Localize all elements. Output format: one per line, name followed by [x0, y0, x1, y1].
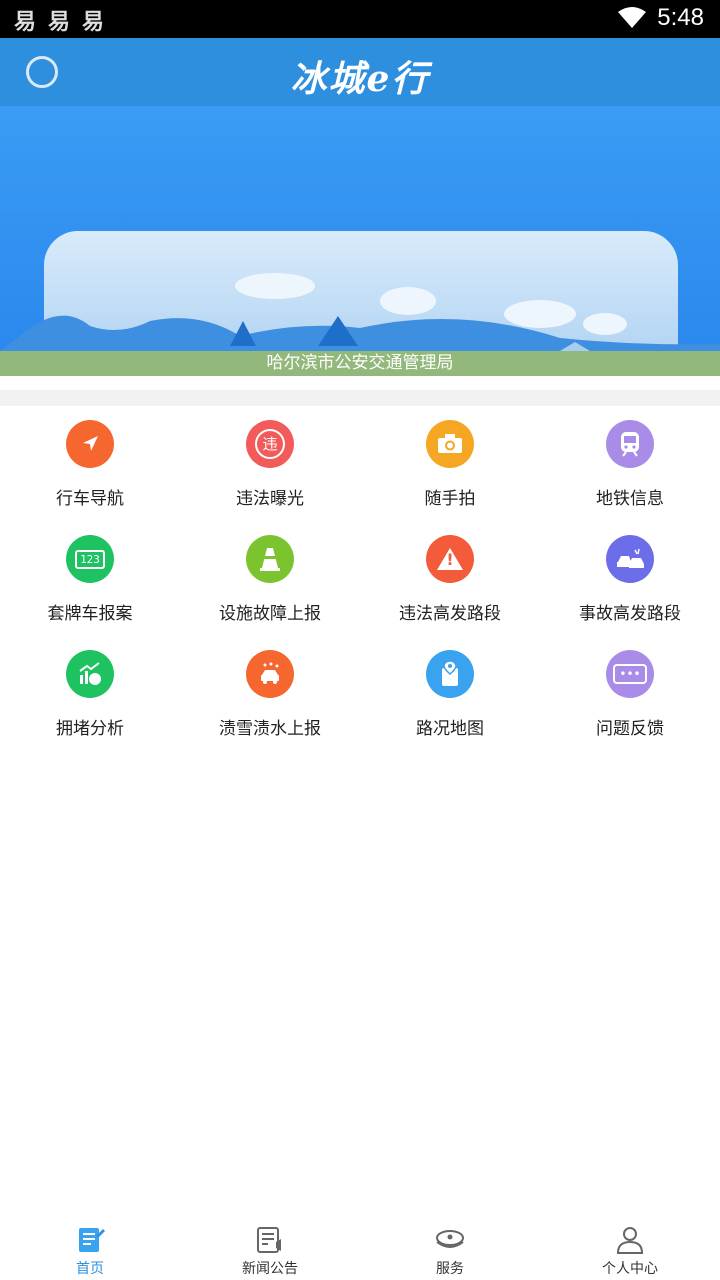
bottom-tab-bar: 首页 新闻公告 服务 个人中心	[0, 1210, 720, 1280]
grid-item-label: 拥堵分析	[56, 719, 124, 739]
plate-glyph: 123	[75, 549, 105, 569]
tab-profile[interactable]: 个人中心	[540, 1210, 720, 1280]
tab-label: 服务	[436, 1261, 464, 1277]
tab-news[interactable]: 新闻公告	[180, 1210, 360, 1280]
grid-item-label: 随手拍	[424, 489, 476, 509]
grid-item-label: 路况地图	[416, 719, 484, 739]
navigation-arrow-icon	[66, 420, 114, 468]
road-map-icon	[426, 650, 474, 698]
app-notification-icon: 易	[82, 10, 105, 35]
grid-item-feedback[interactable]: ••• 问题反馈	[540, 636, 720, 751]
banner-caption: 哈尔滨市公安交通管理局	[0, 351, 720, 376]
tab-services[interactable]: 服务	[360, 1210, 540, 1280]
grid-item-snow-water-report[interactable]: 渍雪渍水上报	[180, 636, 360, 751]
status-bar: 易 易 易 5:48	[0, 0, 720, 38]
car-accident-icon	[606, 535, 654, 583]
tab-label: 个人中心	[602, 1261, 658, 1277]
grid-item-fake-plate-report[interactable]: 123 套牌车报案	[0, 521, 180, 636]
grid-item-congestion-analysis[interactable]: 拥堵分析	[0, 636, 180, 751]
grid-item-label: 事故高发路段	[579, 604, 681, 624]
app-notification-icon: 易	[48, 10, 71, 35]
banner[interactable]: 哈尔滨市公安交通管理局	[0, 106, 720, 376]
congestion-chart-icon	[66, 650, 114, 698]
grid-item-accident-hotspots[interactable]: 事故高发路段	[540, 521, 720, 636]
grid-item-violation-exposure[interactable]: 违 违法曝光	[180, 406, 360, 521]
traffic-cone-icon	[246, 535, 294, 583]
grid-item-label: 套牌车报案	[47, 604, 133, 624]
user-icon	[616, 1227, 644, 1254]
grid-item-violation-hotspots[interactable]: ! 违法高发路段	[360, 521, 540, 636]
grid-item-metro-info[interactable]: 地铁信息	[540, 406, 720, 521]
grid-item-label: 问题反馈	[596, 719, 664, 739]
license-plate-icon: 123	[66, 535, 114, 583]
grid-item-label: 违法高发路段	[399, 604, 501, 624]
grid-item-facility-fault[interactable]: 设施故障上报	[180, 521, 360, 636]
snow-car-icon	[246, 650, 294, 698]
warning-glyph: !	[446, 550, 454, 569]
grid-item-label: 地铁信息	[596, 489, 664, 509]
wifi-icon	[618, 7, 647, 28]
home-doc-icon	[79, 1228, 105, 1252]
warning-icon: !	[426, 535, 474, 583]
tab-label: 首页	[76, 1261, 104, 1277]
tab-label: 新闻公告	[242, 1261, 298, 1277]
grid-item-label: 违法曝光	[236, 489, 304, 509]
status-time: 5:48	[657, 4, 704, 31]
violation-glyph: 违	[255, 429, 285, 459]
tab-home[interactable]: 首页	[0, 1210, 180, 1280]
section-divider	[0, 390, 720, 406]
police-cap-icon	[436, 1230, 464, 1248]
camera-icon	[426, 420, 474, 468]
app-notification-icon: 易	[14, 10, 37, 35]
notification-icons: 易 易 易	[14, 4, 104, 36]
app-header: 冰城e行	[0, 38, 720, 106]
feedback-glyph: •••	[613, 664, 647, 684]
feedback-chat-icon: •••	[606, 650, 654, 698]
news-icon	[257, 1227, 281, 1253]
app-title: 冰城e行	[290, 58, 430, 100]
banner-illustration	[0, 273, 720, 351]
grid-item-navigation[interactable]: 行车导航	[0, 406, 180, 521]
grid-item-label: 设施故障上报	[219, 604, 321, 624]
grid-item-label: 行车导航	[56, 489, 124, 509]
grid-item-label: 渍雪渍水上报	[219, 719, 321, 739]
violation-icon: 违	[246, 420, 294, 468]
grid-item-traffic-map[interactable]: 路况地图	[360, 636, 540, 751]
metro-train-icon	[606, 420, 654, 468]
grid-item-snapshot[interactable]: 随手拍	[360, 406, 540, 521]
